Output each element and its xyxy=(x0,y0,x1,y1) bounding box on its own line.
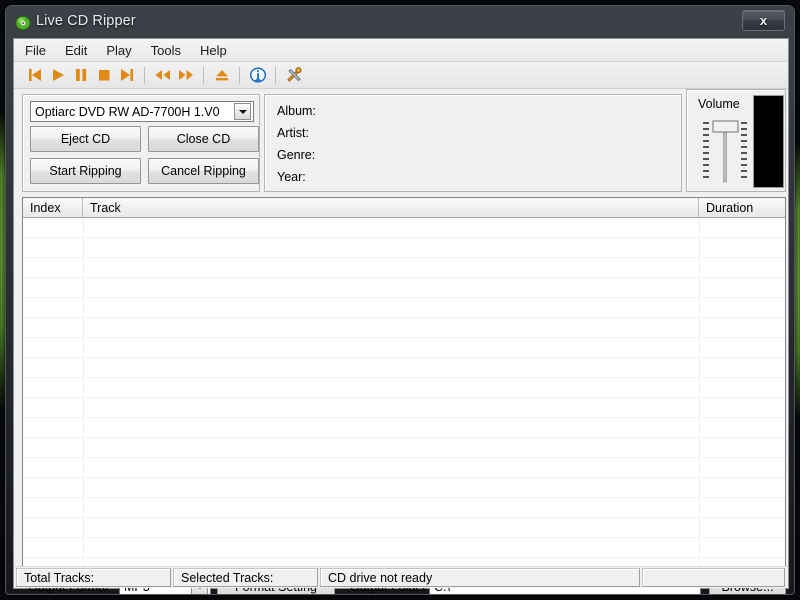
fast-forward-icon[interactable] xyxy=(174,64,197,86)
album-label: Album: xyxy=(277,104,316,118)
rewind-icon[interactable] xyxy=(151,64,174,86)
drive-select[interactable]: Optiarc DVD RW AD-7700H 1.V0 xyxy=(30,101,254,122)
drive-select-value: Optiarc DVD RW AD-7700H 1.V0 xyxy=(35,104,220,119)
menu-item-play[interactable]: Play xyxy=(106,41,142,60)
title-bar[interactable]: Live CD Ripper x xyxy=(6,6,794,39)
toolbar-separator xyxy=(203,66,204,84)
toolbar xyxy=(14,62,788,89)
volume-slider[interactable] xyxy=(699,118,751,186)
toolbar-separator xyxy=(144,66,145,84)
volume-panel: Volume xyxy=(686,89,786,192)
desktop-background: Live CD Ripper x File Edit Play Tools He… xyxy=(0,0,800,600)
menu-item-file[interactable]: File xyxy=(25,41,57,60)
menu-item-edit[interactable]: Edit xyxy=(65,41,98,60)
column-header-duration[interactable]: Duration xyxy=(699,198,785,217)
column-header-index[interactable]: Index xyxy=(23,198,83,217)
stop-icon[interactable] xyxy=(92,64,115,86)
artist-label: Artist: xyxy=(277,126,309,140)
toolbar-separator xyxy=(275,66,276,84)
column-header-track[interactable]: Track xyxy=(83,198,699,217)
track-list-header: Index Track Duration xyxy=(23,198,785,218)
previous-track-icon[interactable] xyxy=(23,64,46,86)
next-track-icon[interactable] xyxy=(115,64,138,86)
eject-icon[interactable] xyxy=(210,64,233,86)
drive-panel: Optiarc DVD RW AD-7700H 1.V0 Eject CD Cl… xyxy=(22,94,260,192)
volume-meter xyxy=(753,95,784,188)
info-icon[interactable] xyxy=(246,64,269,86)
status-total-tracks: Total Tracks: xyxy=(16,568,171,587)
track-list-body[interactable] xyxy=(23,218,785,567)
start-ripping-button[interactable]: Start Ripping xyxy=(30,158,141,184)
menu-bar: File Edit Play Tools Help xyxy=(14,39,788,62)
menu-item-help[interactable]: Help xyxy=(200,41,238,60)
status-message: CD drive not ready xyxy=(320,568,640,587)
play-icon[interactable] xyxy=(46,64,69,86)
close-icon: x xyxy=(759,13,768,28)
window-title: Live CD Ripper xyxy=(36,13,136,29)
close-button[interactable]: x xyxy=(742,10,785,31)
application-window: Live CD Ripper x File Edit Play Tools He… xyxy=(5,5,795,595)
status-extra xyxy=(642,568,785,587)
status-selected-tracks: Selected Tracks: xyxy=(173,568,318,587)
pause-icon[interactable] xyxy=(69,64,92,86)
status-bar: Total Tracks: Selected Tracks: CD drive … xyxy=(14,566,788,588)
column-divider-index xyxy=(83,218,84,567)
cancel-ripping-button[interactable]: Cancel Ripping xyxy=(148,158,259,184)
volume-label: Volume xyxy=(698,97,740,111)
tools-icon[interactable] xyxy=(282,64,305,86)
year-label: Year: xyxy=(277,170,306,184)
genre-label: Genre: xyxy=(277,148,316,162)
track-list[interactable]: Index Track Duration xyxy=(22,197,786,568)
client-area: File Edit Play Tools Help Optiarc DVD RW… xyxy=(13,38,789,594)
eject-cd-button[interactable]: Eject CD xyxy=(30,126,141,152)
cd-disc-icon xyxy=(15,15,31,31)
metadata-panel: Album: Artist: Genre: Year: xyxy=(264,94,682,192)
close-cd-button[interactable]: Close CD xyxy=(148,126,259,152)
toolbar-separator xyxy=(239,66,240,84)
menu-item-tools[interactable]: Tools xyxy=(151,41,192,60)
chevron-down-icon[interactable] xyxy=(234,103,251,120)
column-divider-track xyxy=(699,218,700,567)
